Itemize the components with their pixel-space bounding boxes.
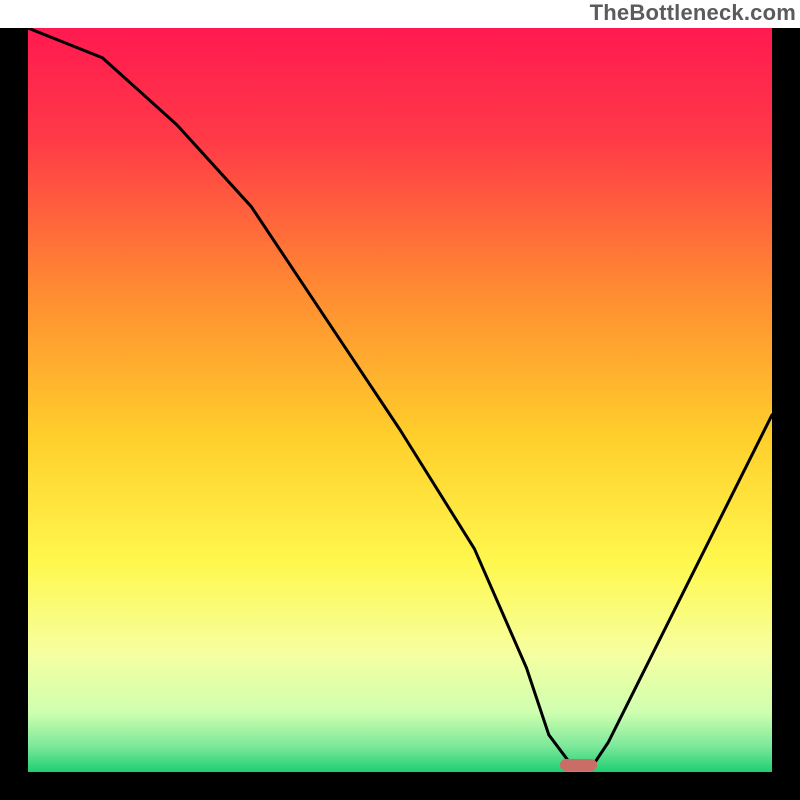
plot-frame <box>0 28 800 800</box>
chart-stage: TheBottleneck.com <box>0 0 800 800</box>
optimum-marker <box>560 759 597 771</box>
gradient-background <box>28 28 772 772</box>
plot-inner <box>28 28 772 772</box>
bottleneck-chart <box>28 28 772 772</box>
attribution-text: TheBottleneck.com <box>590 0 796 26</box>
